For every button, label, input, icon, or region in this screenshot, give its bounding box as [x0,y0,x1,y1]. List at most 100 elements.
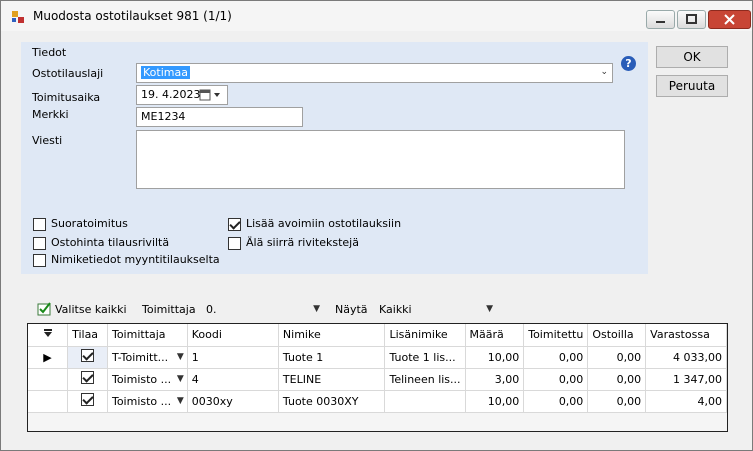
table-row[interactable]: Toimisto ... ▼ 4 TELINE Telineen lis... 3… [28,368,727,391]
ostoilla-cell[interactable]: 0,00 [587,390,647,413]
close-icon [724,14,735,25]
lisanimike-cell[interactable] [384,390,466,413]
chevron-down-icon: ⌄ [600,67,608,77]
dialog-window: Muodosta ostotilaukset 981 (1/1) Tiedot … [0,0,753,451]
minimize-icon [656,21,665,23]
maara-cell[interactable]: 3,00 [465,368,525,391]
help-icon[interactable]: ? [621,56,636,71]
lisaa-avoimiin-checkbox[interactable] [228,218,241,231]
group-label: Tiedot [32,46,67,59]
calendar-icon [199,89,220,101]
toimittaja-value: Toimisto ... [111,372,172,386]
nimike-cell[interactable]: Tuote 1 [278,346,386,369]
window-title: Muodosta ostotilaukset 981 (1/1) [33,9,232,23]
varastossa-cell[interactable]: 4 033,00 [645,346,727,369]
koodi-cell[interactable]: 1 [187,346,279,369]
order-grid: Tilaa Toimittaja Koodi Nimike Lisänimike… [27,323,728,432]
toimittaja-filter-label: Toimittaja [142,303,196,316]
row-selector[interactable]: ▶ [28,346,69,369]
merkki-label: Merkki [32,108,69,121]
toimittaja-filter-value: 0. [206,303,217,316]
title-bar[interactable]: Muodosta ostotilaukset 981 (1/1) [1,1,752,31]
dropdown-arrow-icon: ▼ [486,304,493,314]
toimitusaika-value: 19. 4.2023 [141,88,201,101]
maximize-button[interactable] [677,10,706,29]
maara-cell[interactable]: 10,00 [465,390,525,413]
select-all-icon [37,302,51,316]
ala-siirra-checkbox[interactable] [228,237,241,250]
table-row[interactable]: ▶ T-Toimitt... ▼ 1 Tuote 1 Tuote 1 lis...… [28,346,727,369]
ok-button[interactable]: OK [656,46,728,68]
ostohinta-checkbox[interactable] [33,237,46,250]
nimike-cell[interactable]: TELINE [278,368,386,391]
tilaa-cell[interactable] [67,368,108,391]
lisanimike-cell[interactable]: Tuote 1 lis... [384,346,466,369]
toimitusaika-label: Toimitusaika [32,91,101,104]
filter-icon [43,329,52,338]
merkki-input[interactable]: ME1234 [136,107,303,127]
table-header-row: Tilaa Toimittaja Koodi Nimike Lisänimike… [28,324,727,347]
maximize-icon [686,14,697,24]
dropdown-arrow-icon: ▼ [313,304,320,314]
tilaa-checkbox[interactable] [81,349,95,362]
ostoilla-cell[interactable]: 0,00 [587,368,647,391]
toimittaja-cell[interactable]: Toimisto ... ▼ [107,390,188,413]
col-tilaa[interactable]: Tilaa [67,324,108,347]
varastossa-cell[interactable]: 1 347,00 [645,368,727,391]
nayta-select[interactable]: Kaikki ▼ [377,299,497,319]
dropdown-arrow-icon: ▼ [176,351,184,362]
toimittaja-cell[interactable]: T-Toimitt... ▼ [107,346,188,369]
toimitusaika-datepicker[interactable]: 19. 4.2023 [136,85,228,105]
dropdown-arrow-icon: ▼ [176,395,184,406]
viesti-label: Viesti [32,134,63,147]
valitse-kaikki-button[interactable]: Valitse kaikki [55,303,127,316]
nimiketiedot-checkbox[interactable] [33,254,46,267]
row-selector[interactable] [28,368,69,391]
minimize-button[interactable] [646,10,675,29]
ala-siirra-label: Älä siirrä rivitekstejä [246,236,359,249]
tilaa-checkbox[interactable] [81,393,95,406]
col-nimike[interactable]: Nimike [278,324,386,347]
nimike-cell[interactable]: Tuote 0030XY [278,390,386,413]
order-table: Tilaa Toimittaja Koodi Nimike Lisänimike… [28,324,727,413]
toimitettu-cell[interactable]: 0,00 [523,368,589,391]
viesti-textarea[interactable] [136,130,625,189]
col-toimitettu[interactable]: Toimitettu [523,324,589,347]
dropdown-arrow-icon: ▼ [176,373,184,384]
toimitettu-cell[interactable]: 0,00 [523,390,589,413]
peruuta-button[interactable]: Peruuta [656,75,728,97]
nayta-value: Kaikki [379,303,412,316]
toimittaja-cell[interactable]: Toimisto ... ▼ [107,368,188,391]
toimittaja-value: T-Toimitt... [111,350,169,364]
ostotilauslaji-value: Kotimaa [141,66,190,79]
col-koodi[interactable]: Koodi [187,324,279,347]
table-row[interactable]: Toimisto ... ▼ 0030xy Tuote 0030XY 10,00 … [28,390,727,413]
col-lisanimike[interactable]: Lisänimike [384,324,466,347]
tilaa-checkbox[interactable] [81,371,95,384]
koodi-cell[interactable]: 0030xy [187,390,279,413]
toimitettu-cell[interactable]: 0,00 [523,346,589,369]
ostotilauslaji-select[interactable]: Kotimaa ⌄ [136,63,613,83]
tilaa-cell[interactable] [67,390,108,413]
col-toimittaja[interactable]: Toimittaja [107,324,188,347]
ostoilla-cell[interactable]: 0,00 [587,346,647,369]
lisaa-avoimiin-label: Lisää avoimiin ostotilauksiin [246,217,402,230]
lisanimike-cell[interactable]: Telineen lis... [384,368,466,391]
ostohinta-label: Ostohinta tilausriviltä [51,236,170,249]
toolbar: Valitse kaikki Toimittaja 0. ▼ Näytä Kai… [27,297,727,323]
col-varastossa[interactable]: Varastossa [645,324,727,347]
close-button[interactable] [708,10,751,29]
col-ostoilla[interactable]: Ostoilla [587,324,647,347]
tilaa-cell[interactable] [67,346,108,369]
nimiketiedot-label: Nimiketiedot myyntitilaukselta [51,253,220,266]
toimittaja-value: Toimisto ... [111,394,172,408]
koodi-cell[interactable]: 4 [187,368,279,391]
col-maara[interactable]: Määrä [465,324,525,347]
row-selector[interactable] [28,390,69,413]
suoratoimitus-checkbox[interactable] [33,218,46,231]
row-header-filter[interactable] [28,324,69,347]
current-row-arrow-icon: ▶ [43,350,52,364]
toimittaja-filter-select[interactable]: 0. ▼ [204,299,324,319]
maara-cell[interactable]: 10,00 [465,346,525,369]
varastossa-cell[interactable]: 4,00 [645,390,727,413]
